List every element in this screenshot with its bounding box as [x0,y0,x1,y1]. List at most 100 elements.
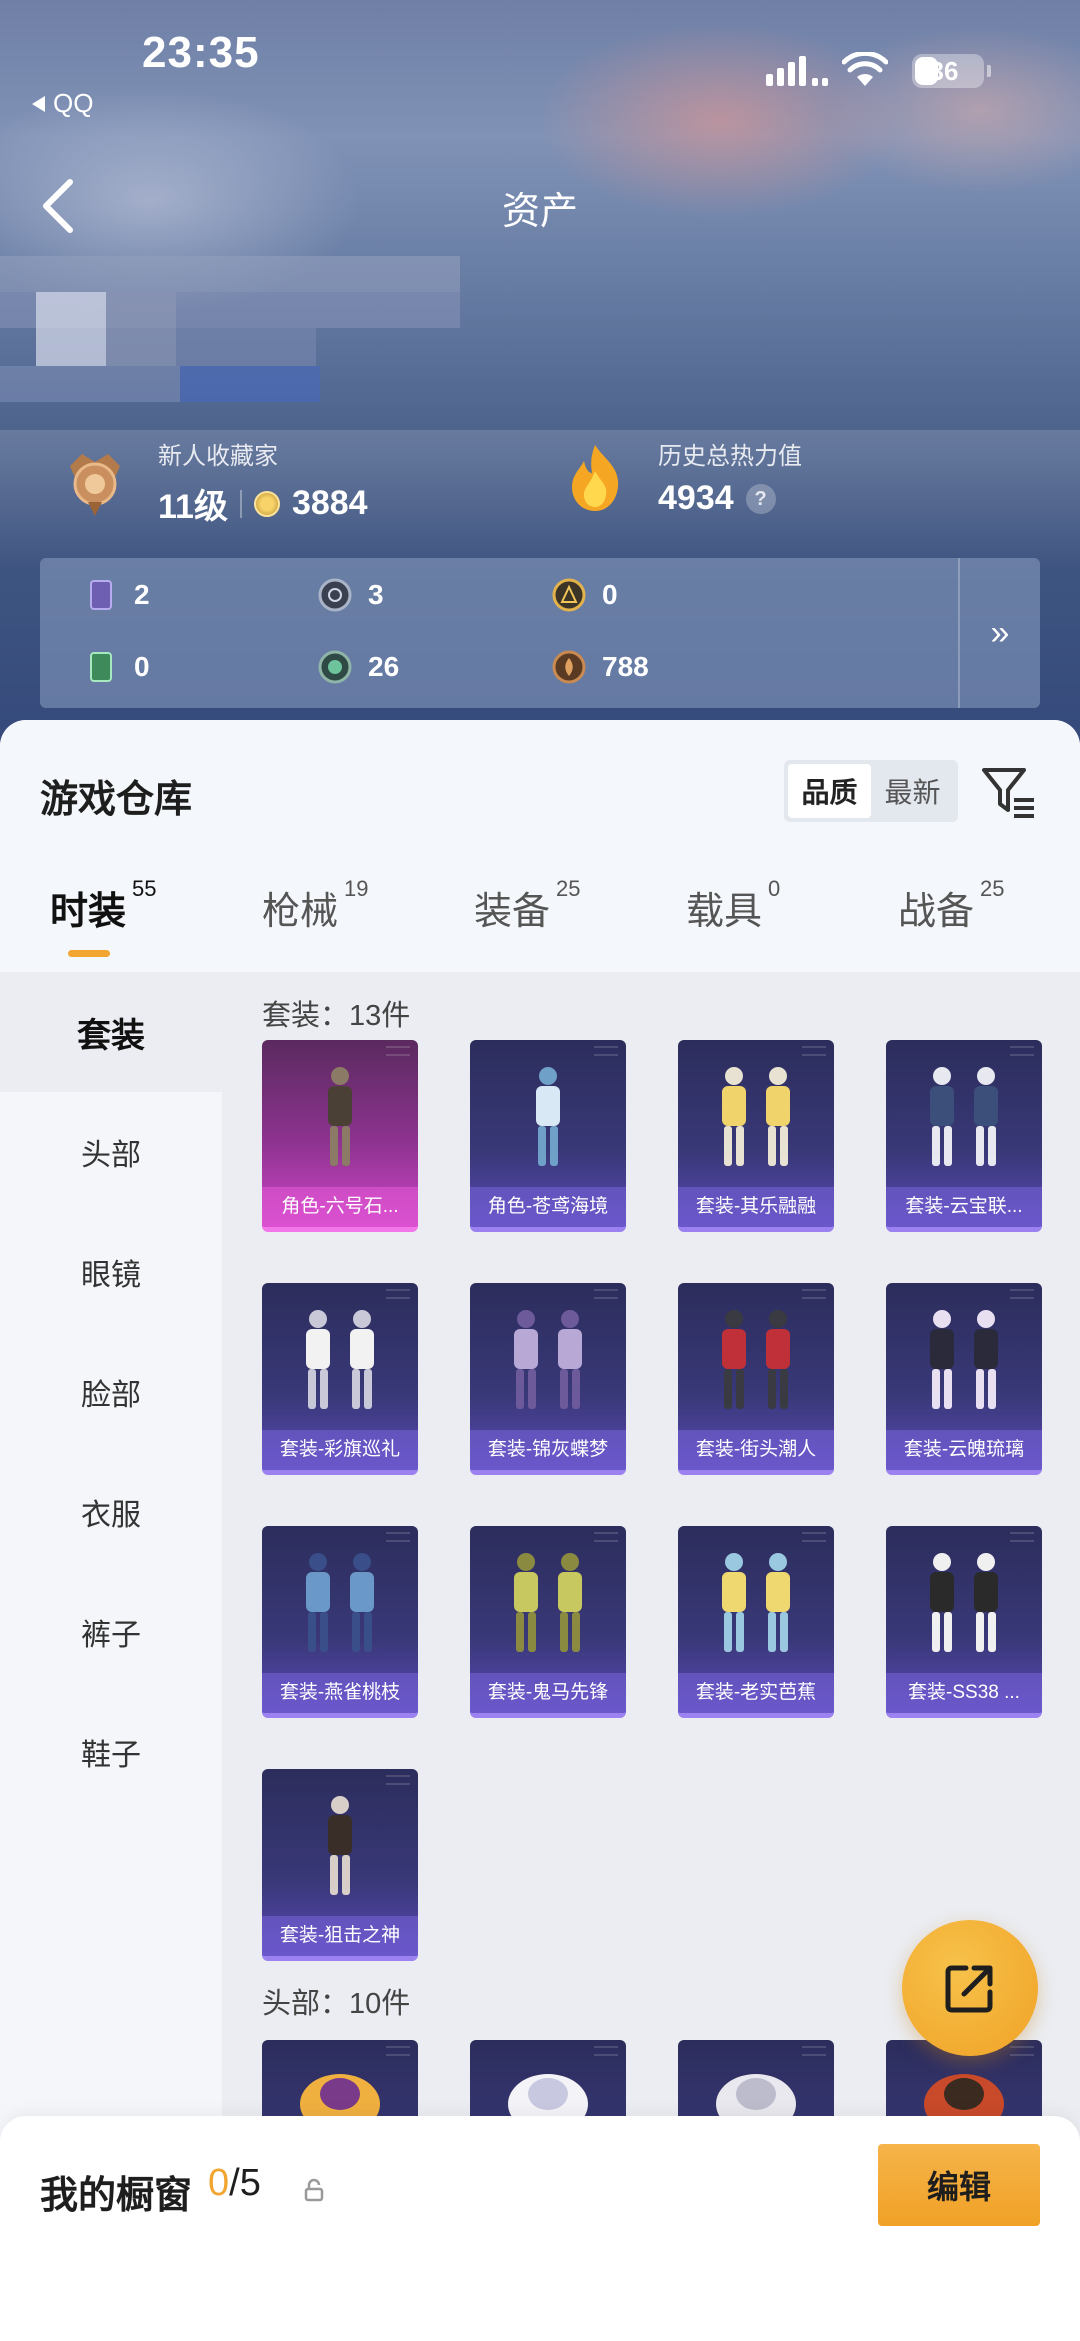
tab-fashion[interactable]: 时装 55 [50,876,157,935]
green-orb-icon [318,650,352,684]
stat-divider [239,489,242,518]
tab-count: 19 [344,876,369,901]
back-to-app-link[interactable]: QQ [32,88,93,119]
help-icon[interactable]: ? [745,483,776,514]
gold-badge-icon [552,578,586,612]
active-tab-indicator [68,950,110,957]
tab-count: 55 [132,876,157,901]
section-title-suits: 套装：13件 [262,1000,411,1032]
suit-card-name: 套装-鬼马先锋 [470,1673,626,1713]
collector-points: 3884 [291,484,368,522]
filter-icon[interactable] [980,764,1038,820]
outfit-figure-icon [514,1553,582,1652]
suit-card-name: 套装-其乐融融 [678,1187,834,1227]
currency-value: 0 [602,579,618,610]
currency-item: 0 [84,650,150,684]
currency-item: 788 [552,650,649,684]
suit-card-name: 套装-狙击之神 [262,1916,418,1956]
suit-card[interactable]: 套装-云魄琉璃 [886,1283,1042,1475]
warehouse-panel: 游戏仓库 品质 最新 时装 55 枪械 19 装备 25 载具 0 战备 25 套装 头部… [0,720,1080,2341]
sort-toggle: 品质 最新 [784,760,958,822]
lock-icon [304,2178,324,2202]
currency-value: 2 [134,579,150,610]
currency-item: 0 [552,578,618,612]
suit-card[interactable]: 套装-燕雀桃枝 [262,1526,418,1718]
suit-card[interactable]: 套装-街头潮人 [678,1283,834,1475]
tab-vehicles[interactable]: 载具 0 [686,876,780,935]
warehouse-title: 游戏仓库 [40,779,193,821]
outfit-figure-icon [536,1067,560,1166]
tab-guns[interactable]: 枪械 19 [262,876,369,935]
category-tabs: 时装 55 枪械 19 装备 25 载具 0 战备 25 [0,876,1080,970]
suit-card[interactable]: 套装-SS38 ... [886,1526,1042,1718]
suit-card[interactable]: 套装-锦灰蝶梦 [470,1283,626,1475]
currency-value: 3 [368,579,384,610]
share-export-icon [945,1965,993,2013]
back-app-label: QQ [53,88,94,118]
tab-label: 枪械 [262,891,339,933]
suit-card-name: 套装-SS38 ... [886,1673,1042,1713]
flame-icon [572,445,619,511]
outfit-figure-icon [930,1553,998,1652]
outfit-figure-icon [306,1553,374,1652]
sidebar-item-suits[interactable]: 套装 [0,972,222,1092]
showcase-used: 0 [208,2162,230,2204]
currency-item: 3 [318,578,384,612]
sidebar-item-pants[interactable]: 裤子 [0,1572,222,1692]
outfit-figure-icon [722,1067,790,1166]
currency-more-button[interactable]: » [958,558,1040,708]
tab-count: 0 [768,876,781,901]
sort-quality-option[interactable]: 品质 [788,764,871,818]
suit-card[interactable]: 角色-苍鸢海境 [470,1040,626,1232]
tab-count: 25 [980,876,1005,901]
suit-card[interactable]: 套装-老实芭蕉 [678,1526,834,1718]
suit-card[interactable]: 角色-六号石... [262,1040,418,1232]
wifi-icon [842,52,888,86]
outfit-figure-icon [930,1310,998,1409]
outfit-figure-icon [514,1310,582,1409]
outfit-figure-icon [930,1067,998,1166]
edit-button[interactable]: 编辑 [878,2144,1040,2226]
outfit-figure-icon [306,1310,374,1409]
currency-value: 0 [134,651,150,682]
tab-supplies[interactable]: 战备 25 [898,876,1005,935]
showcase-bar: 我的橱窗 0 /5 编辑 [0,2116,1080,2341]
sidebar-item-glasses[interactable]: 眼镜 [0,1212,222,1332]
purple-card-icon [90,580,112,610]
battery-level: 36 [929,56,959,86]
page-title: 资产 [501,191,578,233]
sidebar-item-clothes[interactable]: 衣服 [0,1452,222,1572]
currency-panel: 2 3 0 0 26 788 » [40,558,1040,708]
status-time: 23:35 [142,28,260,77]
silver-badge-icon [318,578,352,612]
sidebar-item-head[interactable]: 头部 [0,1092,222,1212]
suit-card[interactable]: 套装-彩旗巡礼 [262,1283,418,1475]
suit-card[interactable]: 套装-狙击之神 [262,1769,418,1961]
currency-value: 788 [602,651,649,682]
sort-newest-option[interactable]: 最新 [871,764,954,818]
suit-card-name: 套装-云魄琉璃 [886,1430,1042,1470]
suit-card-name: 套装-老实芭蕉 [678,1673,834,1713]
suit-card[interactable]: 套装-鬼马先锋 [470,1526,626,1718]
suit-card[interactable]: 套装-云宝联... [886,1040,1042,1232]
suit-card-name: 角色-苍鸢海境 [470,1187,626,1227]
sidebar-item-face[interactable]: 脸部 [0,1332,222,1452]
tab-equipment[interactable]: 装备 25 [474,876,581,935]
suit-card-name: 角色-六号石... [262,1187,418,1227]
share-button[interactable] [902,1920,1038,2056]
suit-card-name: 套装-街头潮人 [678,1430,834,1470]
outfit-figure-icon [722,1310,790,1409]
collector-title: 新人收藏家 [158,443,278,470]
collector-stat: 新人收藏家 11级 3884 [62,436,368,528]
back-triangle-icon [32,95,45,112]
currency-value: 26 [368,651,400,682]
sidebar-item-shoes[interactable]: 鞋子 [0,1692,222,1812]
tab-label: 载具 [686,891,763,933]
blurred-username [0,256,460,402]
showcase-title: 我的橱窗 [40,2175,193,2217]
history-heat-value: 4934 [658,479,734,517]
tab-label: 战备 [898,891,975,933]
tab-label: 时装 [50,891,127,933]
showcase-count: 0 /5 [208,2162,261,2205]
suit-card[interactable]: 套装-其乐融融 [678,1040,834,1232]
